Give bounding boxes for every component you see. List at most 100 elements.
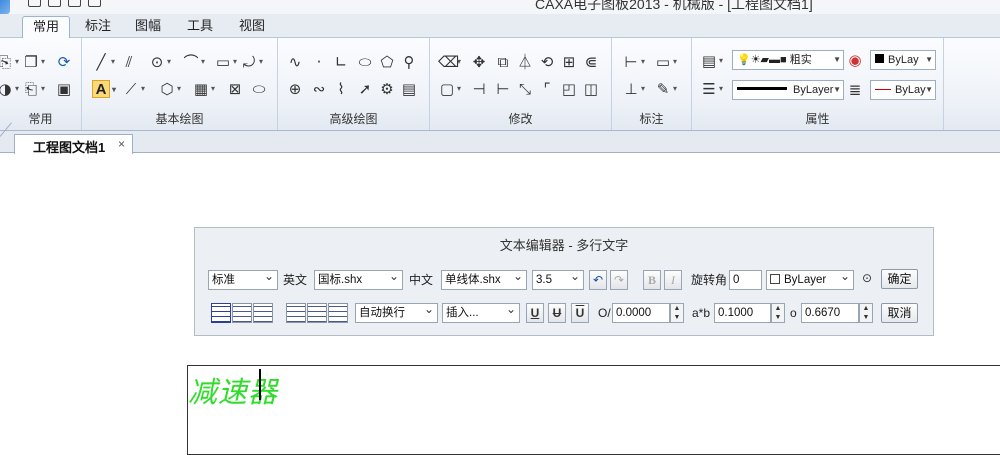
ellipse-icon[interactable]: ⬭ (356, 53, 374, 71)
strikethrough-button[interactable]: U (548, 303, 566, 323)
app-logo-icon[interactable] (0, 0, 10, 14)
wave-line-icon[interactable]: ∾ (310, 80, 328, 98)
valign-middle-icon[interactable] (307, 303, 327, 323)
refresh-icon[interactable]: ⟳ (55, 53, 73, 71)
lineweight-icon[interactable]: ≣ (846, 81, 864, 99)
polygon-icon[interactable]: ⬠ (378, 53, 396, 71)
print-icon[interactable] (88, 0, 101, 7)
chinese-font-select[interactable]: 单线体.shx (441, 270, 527, 290)
match-icon[interactable]: ◑ (0, 80, 19, 98)
tab-dimension[interactable]: 标注 (74, 16, 122, 38)
expand-icon[interactable]: ⊙ (860, 271, 874, 285)
scale-icon[interactable]: ⤡ (516, 80, 534, 98)
tab-tools[interactable]: 工具 (176, 16, 224, 38)
rotation-input[interactable]: 0 (729, 270, 762, 290)
centerline-icon[interactable]: ⟋ (122, 80, 145, 98)
tab-sheet[interactable]: 图幅 (124, 16, 172, 38)
line-icon[interactable]: ╱ (92, 53, 115, 71)
linetype-select[interactable]: ByLayer ▼ (732, 80, 844, 100)
move-icon[interactable]: ✥ (470, 53, 488, 71)
point-icon[interactable]: · (310, 53, 328, 71)
width-factor-spinner[interactable]: ▲ ▼ (771, 303, 785, 323)
paste-icon[interactable]: ⎗ (22, 80, 45, 98)
overline-button[interactable]: U (571, 303, 589, 323)
base-dim-icon[interactable]: ⊥ (622, 80, 645, 98)
oblique-input[interactable]: 0.0000 (612, 303, 670, 323)
gear-icon[interactable]: ⚙ (378, 80, 396, 98)
align-left-icon[interactable] (211, 303, 231, 323)
arc-icon[interactable]: ⌒ (182, 53, 205, 71)
select-box-icon[interactable]: ▢ (438, 80, 461, 98)
mirror-icon[interactable]: ⏃ (516, 53, 534, 71)
text-input-area[interactable]: 减速器 (187, 365, 1000, 455)
region-icon[interactable]: ⊠ (226, 80, 244, 98)
redo-icon[interactable]: ↷ (610, 270, 628, 290)
text-height-select[interactable]: 3.5 (532, 270, 584, 290)
open-file-icon[interactable] (48, 0, 61, 7)
insert-select[interactable]: 插入... (442, 303, 520, 323)
color-wheel-icon[interactable]: ◉ (846, 51, 864, 69)
trim-icon[interactable]: ⊣ (470, 80, 488, 98)
wrap-mode-select[interactable]: 自动换行 (355, 303, 438, 323)
spacing-input[interactable]: 0.6670 (801, 303, 859, 323)
tab-common[interactable]: 常用 (22, 16, 70, 39)
text-icon[interactable]: A (92, 80, 116, 99)
document-tab[interactable]: 工程图文档1 × (14, 134, 133, 155)
block-icon[interactable]: ▦ (192, 80, 215, 98)
ok-button[interactable]: 确定 (881, 269, 918, 289)
valign-bottom-icon[interactable] (328, 303, 348, 323)
hole-icon[interactable]: ⊕ (286, 80, 304, 98)
oblique-spinner[interactable]: ▲ ▼ (670, 303, 684, 323)
linetype-list-icon[interactable]: ☰ (700, 80, 723, 98)
image-icon[interactable]: ⬭ (250, 80, 268, 98)
undo-icon[interactable]: ↶ (589, 270, 607, 290)
underline-button[interactable]: U (526, 303, 544, 323)
text-color-select[interactable]: ByLayer (766, 270, 854, 290)
spline-icon[interactable]: ∿ (286, 53, 304, 71)
save-icon[interactable] (68, 0, 81, 7)
text-style-icon[interactable]: ▭ (654, 53, 677, 71)
bold-button[interactable]: B (643, 270, 661, 290)
chamfer-icon[interactable]: ◰ (560, 80, 578, 98)
break-line-icon[interactable]: ⌇ (332, 80, 350, 98)
fillet-icon[interactable]: ⌜ (538, 80, 556, 98)
redo-icon[interactable] (150, 0, 163, 7)
dimension-icon[interactable]: ⊢ (622, 53, 645, 71)
edit-dim-icon[interactable]: ✎ (654, 80, 677, 98)
text-style-select[interactable]: 标准 (208, 270, 278, 290)
polyline-icon[interactable]: ⤾ (240, 53, 263, 71)
close-icon[interactable]: × (118, 137, 125, 151)
color-select[interactable]: ByLay ▼ (870, 50, 936, 70)
valign-top-icon[interactable] (286, 303, 306, 323)
properties-icon[interactable]: ▣ (55, 80, 73, 98)
angle-line-icon[interactable]: ∟ (332, 53, 350, 71)
italic-button[interactable]: I (664, 270, 682, 290)
rotate-icon[interactable]: ⟲ (538, 53, 556, 71)
copy-object-icon[interactable]: ⧉ (494, 53, 512, 71)
arrow-icon[interactable]: ➚ (356, 80, 374, 98)
clipboard-icon[interactable]: ⎘ (0, 53, 19, 71)
section-icon[interactable]: ⚲ (400, 53, 418, 71)
spacing-spinner[interactable]: ▲ ▼ (859, 303, 873, 323)
array-icon[interactable]: ⊞ (560, 53, 578, 71)
layer-select[interactable]: 💡☀▰▬■ 粗实 ▼ (732, 50, 844, 70)
tab-view[interactable]: 视图 (228, 16, 276, 38)
parallel-line-icon[interactable]: ⫽ (120, 53, 138, 71)
erase-icon[interactable]: ⌫ (438, 53, 461, 71)
copy-icon[interactable]: ❐ (22, 53, 45, 71)
offset-icon[interactable]: ⋐ (582, 53, 600, 71)
layer-manager-icon[interactable]: ▤ (700, 52, 723, 70)
rectangle-icon[interactable]: ▭ (214, 53, 237, 71)
table-icon[interactable]: ▤ (400, 80, 418, 98)
align-center-icon[interactable] (232, 303, 252, 323)
english-font-select[interactable]: 国标.shx (314, 270, 403, 290)
new-file-icon[interactable] (28, 0, 41, 7)
cancel-button[interactable]: 取消 (881, 303, 918, 323)
width-factor-input[interactable]: 0.1000 (714, 303, 771, 323)
hatch-icon[interactable]: ⬡ (158, 80, 181, 98)
explode-icon[interactable]: ◫ (582, 80, 600, 98)
extend-icon[interactable]: ⊢ (494, 80, 512, 98)
undo-icon[interactable] (130, 0, 143, 7)
lineweight-select[interactable]: ByLay ▼ (870, 80, 936, 100)
align-right-icon[interactable] (253, 303, 273, 323)
